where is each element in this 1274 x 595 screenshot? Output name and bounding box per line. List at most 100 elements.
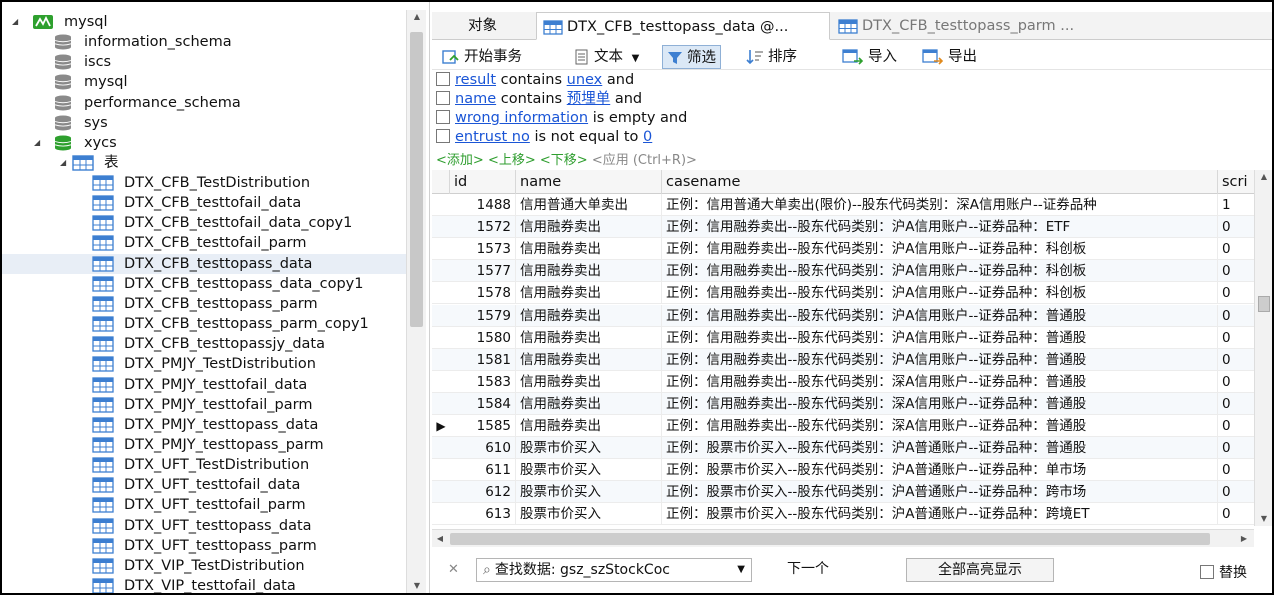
tab-testtopass-data[interactable]: DTX_CFB_testtopass_data @...: [536, 12, 830, 40]
cell-scri[interactable]: 0: [1218, 327, 1254, 349]
cell-scri[interactable]: 0: [1218, 459, 1254, 481]
cell-casename[interactable]: 正例：信用融券卖出--股东代码类别：沪A信用账户--证券品种：普通股: [662, 304, 1218, 327]
column-header-id[interactable]: id: [450, 170, 516, 194]
cell-name[interactable]: 信用融券卖出: [516, 238, 662, 261]
tree-database-xycs[interactable]: ◢ xycs: [2, 133, 406, 153]
tree-database-information-schema[interactable]: information_schema: [2, 32, 406, 52]
table-row[interactable]: 610 股票市价买入 正例：股票市价买入--股东代码类别：沪A普通账户--证券品…: [432, 437, 1254, 460]
tree-scroll-thumb[interactable]: [410, 32, 423, 327]
scroll-left-icon[interactable]: ◀: [432, 532, 448, 546]
table-row[interactable]: 1584 信用融券卖出 正例：信用融券卖出--股东代码类别：深A信用账户--证券…: [432, 392, 1254, 415]
find-input[interactable]: ⌕ 查找数据: gsz_szStockCoc ▼: [476, 558, 752, 582]
grid-vertical-scrollbar[interactable]: ▲ ▼: [1254, 170, 1272, 526]
column-header-scri[interactable]: scri: [1218, 170, 1254, 194]
tab-objects[interactable]: 对象: [438, 12, 534, 40]
cell-id[interactable]: 610: [450, 437, 516, 460]
cell-name[interactable]: 信用融券卖出: [516, 304, 662, 327]
cell-name[interactable]: 股票市价买入: [516, 437, 662, 460]
cell-casename[interactable]: 正例：股票市价买入--股东代码类别：沪A普通账户--证券品种：普通股: [662, 437, 1218, 460]
filter-button[interactable]: 筛选: [662, 45, 721, 69]
tree-table-item[interactable]: DTX_VIP_testtofail_data: [2, 576, 406, 593]
filter-operator[interactable]: is not equal to: [534, 129, 638, 145]
filter-value[interactable]: 预埋单: [567, 91, 611, 107]
tree-table-item[interactable]: DTX_UFT_testtofail_parm: [2, 495, 406, 515]
table-row[interactable]: 1572 信用融券卖出 正例：信用融券卖出--股东代码类别：沪A信用账户--证券…: [432, 216, 1254, 239]
cell-id[interactable]: 611: [450, 459, 516, 482]
filter-field[interactable]: result: [455, 72, 496, 88]
row-indicator[interactable]: [432, 437, 450, 459]
cell-scri[interactable]: 0: [1218, 305, 1254, 327]
tree-table-item[interactable]: DTX_CFB_testtopass_data: [2, 253, 406, 274]
table-row[interactable]: 1573 信用融券卖出 正例：信用融券卖出--股东代码类别：沪A信用账户--证券…: [432, 238, 1254, 261]
filter-conjunction[interactable]: and: [607, 72, 634, 88]
tree-database-sys[interactable]: sys: [2, 113, 406, 133]
cell-casename[interactable]: 正例：股票市价买入--股东代码类别：沪A普通账户--证券品种：跨境ET: [662, 503, 1218, 526]
filter-checkbox[interactable]: [436, 91, 450, 105]
table-row[interactable]: 1488 信用普通大单卖出 正例：信用普通大单卖出(限价)--股东代码类别：深A…: [432, 194, 1254, 216]
filter-operator[interactable]: is empty and: [593, 110, 688, 126]
cell-id[interactable]: 1580: [450, 326, 516, 349]
tree-table-item[interactable]: DTX_UFT_TestDistribution: [2, 455, 406, 475]
row-indicator[interactable]: [432, 481, 450, 503]
cell-casename[interactable]: 正例：股票市价买入--股东代码类别：沪A普通账户--证券品种：跨市场: [662, 481, 1218, 504]
cell-name[interactable]: 信用普通大单卖出: [516, 194, 662, 216]
cell-id[interactable]: 1573: [450, 238, 516, 261]
begin-transaction-button[interactable]: 开始事务: [442, 45, 522, 69]
tree-table-item[interactable]: DTX_CFB_testtopass_data_copy1: [2, 274, 406, 294]
row-indicator[interactable]: [432, 349, 450, 371]
replace-toggle[interactable]: 替换: [1200, 562, 1247, 582]
cell-name[interactable]: 股票市价买入: [516, 459, 662, 482]
table-row[interactable]: 613 股票市价买入 正例：股票市价买入--股东代码类别：沪A普通账户--证券品…: [432, 503, 1254, 526]
row-indicator[interactable]: [432, 194, 450, 216]
cell-scri[interactable]: 0: [1218, 260, 1254, 282]
table-row[interactable]: ▶ 1585 信用融券卖出 正例：信用融券卖出--股东代码类别：深A信用账户--…: [432, 415, 1254, 437]
close-icon[interactable]: ✕: [448, 562, 459, 577]
cell-scri[interactable]: 0: [1218, 415, 1254, 437]
tree-table-item[interactable]: DTX_CFB_TestDistribution: [2, 173, 406, 193]
row-indicator[interactable]: [432, 327, 450, 349]
cell-casename[interactable]: 正例：信用融券卖出--股东代码类别：沪A信用账户--证券品种：ETF: [662, 216, 1218, 239]
find-next-button[interactable]: 下一个: [762, 558, 854, 582]
cell-casename[interactable]: 正例：信用融券卖出--股东代码类别：沪A信用账户--证券品种：科创板: [662, 260, 1218, 283]
cell-scri[interactable]: 0: [1218, 282, 1254, 304]
cell-scri[interactable]: 0: [1218, 481, 1254, 503]
tree-table-item[interactable]: DTX_CFB_testtopassjy_data: [2, 334, 406, 354]
row-indicator[interactable]: [432, 393, 450, 415]
scroll-up-icon[interactable]: ▲: [1255, 170, 1272, 184]
cell-scri[interactable]: 0: [1218, 503, 1254, 525]
cell-scri[interactable]: 0: [1218, 393, 1254, 415]
dropdown-arrow-icon[interactable]: ▼: [632, 53, 640, 64]
tree-table-item[interactable]: DTX_CFB_testtofail_parm: [2, 233, 406, 253]
filter-checkbox[interactable]: [436, 110, 450, 124]
table-row[interactable]: 1581 信用融券卖出 正例：信用融券卖出--股东代码类别：沪A信用账户--证券…: [432, 348, 1254, 371]
filter-operator[interactable]: contains: [501, 91, 562, 107]
expand-arrow-icon[interactable]: ◢: [60, 153, 70, 173]
row-indicator[interactable]: [432, 459, 450, 481]
cell-scri[interactable]: 1: [1218, 194, 1254, 216]
tree-table-item[interactable]: DTX_PMJY_testtopass_parm: [2, 435, 406, 455]
cell-casename[interactable]: 正例：信用融券卖出--股东代码类别：沪A信用账户--证券品种：科创板: [662, 282, 1218, 305]
scroll-up-icon[interactable]: ▲: [407, 10, 427, 24]
cell-casename[interactable]: 正例：信用融券卖出--股东代码类别：沪A信用账户--证券品种：普通股: [662, 348, 1218, 371]
replace-checkbox[interactable]: [1200, 565, 1214, 579]
table-row[interactable]: 611 股票市价买入 正例：股票市价买入--股东代码类别：沪A普通账户--证券品…: [432, 459, 1254, 482]
cell-id[interactable]: 1577: [450, 260, 516, 283]
cell-name[interactable]: 信用融券卖出: [516, 415, 662, 437]
row-indicator[interactable]: [432, 260, 450, 282]
cell-name[interactable]: 信用融券卖出: [516, 260, 662, 283]
cell-id[interactable]: 1578: [450, 282, 516, 305]
tree-folder-tables[interactable]: ◢ 表: [2, 153, 406, 173]
tree-scrollbar[interactable]: ▲ ▼: [406, 10, 426, 593]
grid-scroll-thumb[interactable]: [1258, 296, 1270, 312]
filter-add-link[interactable]: <添加>: [436, 153, 484, 168]
export-button[interactable]: 导出: [922, 45, 977, 69]
cell-casename[interactable]: 正例：信用融券卖出--股东代码类别：深A信用账户--证券品种：普通股: [662, 370, 1218, 393]
column-header-name[interactable]: name: [516, 170, 662, 194]
expand-arrow-icon[interactable]: ◢: [12, 12, 22, 32]
tree-table-item[interactable]: DTX_PMJY_testtopass_data: [2, 415, 406, 435]
filter-checkbox[interactable]: [436, 129, 450, 143]
grid-horizontal-scrollbar[interactable]: ◀ ▶: [432, 529, 1254, 547]
cell-id[interactable]: 1584: [450, 392, 516, 415]
row-indicator[interactable]: [432, 503, 450, 525]
cell-casename[interactable]: 正例：信用融券卖出--股东代码类别：沪A信用账户--证券品种：普通股: [662, 326, 1218, 349]
